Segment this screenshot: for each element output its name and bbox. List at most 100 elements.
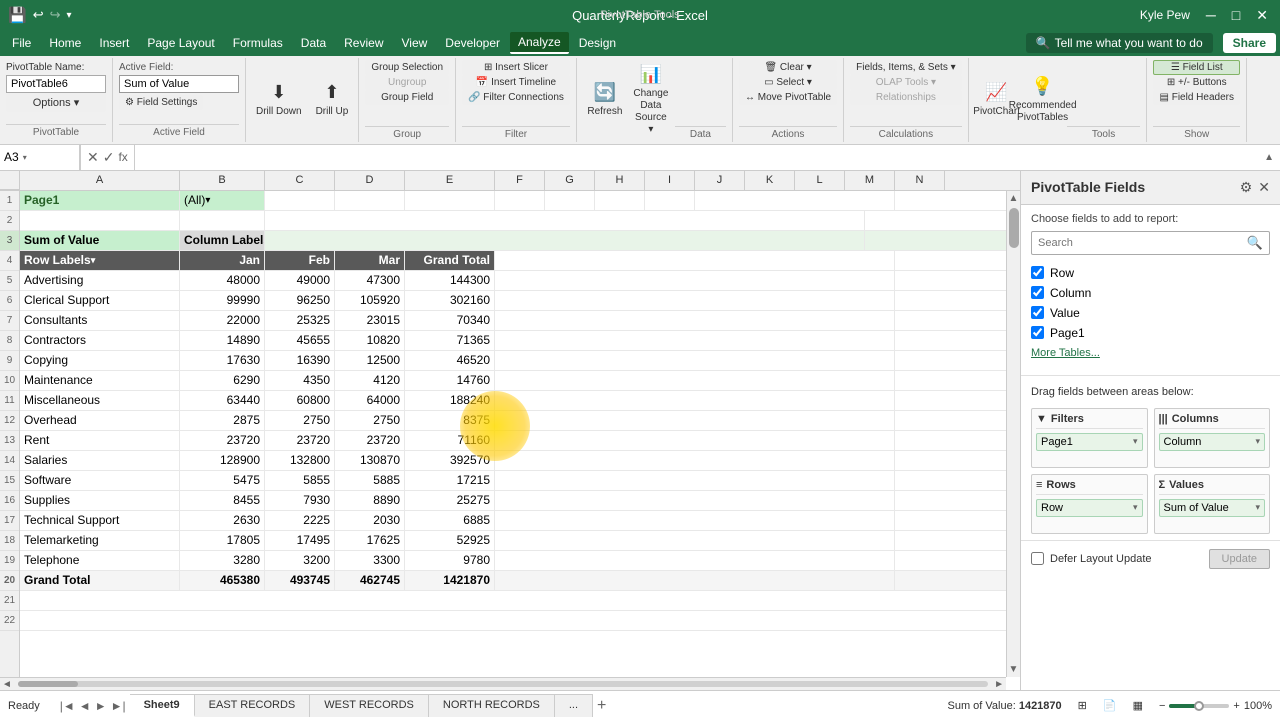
field-search-box[interactable]: 🔍 (1031, 231, 1270, 255)
view-page-icon[interactable]: 📄 (1103, 699, 1117, 712)
insert-function-icon[interactable]: fx (118, 150, 127, 164)
cell-B1[interactable]: (All) ▾ (180, 191, 265, 210)
drill-down-button[interactable]: ⬇ Drill Down (250, 78, 308, 122)
expand-formula-icon[interactable]: ▲ (1258, 152, 1280, 163)
zoom-control[interactable]: − + 100% (1159, 700, 1272, 712)
sidebar-settings-icon[interactable]: ⚙ (1240, 179, 1253, 196)
column-item-arrow[interactable]: ▾ (1255, 436, 1260, 447)
scroll-right-icon[interactable]: ► (992, 679, 1006, 690)
insert-slicer-button[interactable]: ⊞ Insert Slicer (462, 60, 570, 75)
restore-button[interactable]: □ (1228, 7, 1244, 24)
tell-me-box[interactable]: 🔍 Tell me what you want to do (1026, 33, 1213, 53)
menu-home[interactable]: Home (41, 33, 89, 53)
recommended-pivot-button[interactable]: 💡 RecommendedPivotTables (1021, 72, 1065, 128)
scroll-down-icon[interactable]: ▼ (1007, 662, 1020, 677)
plus-minus-button[interactable]: ⊞ +/- Buttons (1153, 75, 1239, 90)
customize-icon[interactable]: ▾ (67, 10, 72, 21)
name-box[interactable]: A3 ▾ (0, 145, 80, 170)
menu-page-layout[interactable]: Page Layout (139, 33, 222, 53)
h-scrollbar[interactable]: ◄ ► (0, 677, 1006, 691)
zoom-in-icon[interactable]: + (1233, 700, 1239, 712)
cancel-formula-icon[interactable]: ✕ (87, 149, 99, 166)
fields-items-sets-button[interactable]: Fields, Items, & Sets ▾ (850, 60, 962, 75)
sidebar-close-icon[interactable]: ✕ (1258, 179, 1270, 196)
relationships-button[interactable]: Relationships (850, 90, 962, 105)
menu-review[interactable]: Review (336, 33, 391, 53)
menu-design[interactable]: Design (571, 33, 624, 53)
group-field-button[interactable]: Group Field (365, 90, 449, 105)
add-sheet-icon[interactable]: + (597, 697, 606, 715)
defer-checkbox[interactable] (1031, 552, 1044, 565)
value-item-arrow[interactable]: ▾ (1255, 502, 1260, 513)
field-search-input[interactable] (1038, 237, 1247, 249)
menu-developer[interactable]: Developer (437, 33, 508, 53)
sheet-tab-more[interactable]: ... (555, 694, 593, 717)
prev-sheet-icon[interactable]: ◄ (79, 699, 91, 713)
tell-me-text[interactable]: Tell me what you want to do (1055, 36, 1203, 50)
field-column-checkbox[interactable] (1031, 286, 1044, 299)
columns-zone[interactable]: ||| Columns Column ▾ (1154, 408, 1271, 468)
menu-analyze[interactable]: Analyze (510, 32, 569, 54)
clear-button[interactable]: 🗑 Clear ▾ (739, 60, 837, 75)
minimize-button[interactable]: ─ (1202, 7, 1220, 24)
menu-formulas[interactable]: Formulas (225, 33, 291, 53)
row-item-arrow[interactable]: ▾ (1133, 502, 1138, 513)
sheet-tab-east[interactable]: EAST RECORDS (195, 694, 311, 717)
sheet-tab-sheet9[interactable]: Sheet9 (130, 694, 195, 717)
group-selection-button[interactable]: Group Selection (365, 60, 449, 75)
insert-timeline-button[interactable]: 📅 Insert Timeline (462, 75, 570, 90)
field-list-button[interactable]: ☰ Field List (1153, 60, 1239, 75)
field-row-checkbox[interactable] (1031, 266, 1044, 279)
filter-item-arrow[interactable]: ▾ (1133, 436, 1138, 447)
scroll-thumb[interactable] (1009, 208, 1019, 248)
zoom-out-icon[interactable]: − (1159, 700, 1165, 712)
close-button[interactable]: ✕ (1252, 7, 1272, 24)
menu-view[interactable]: View (394, 33, 436, 53)
refresh-button[interactable]: 🔄 Refresh (583, 78, 627, 122)
view-preview-icon[interactable]: ▦ (1133, 699, 1143, 712)
view-normal-icon[interactable]: ⊞ (1078, 699, 1087, 712)
v-scrollbar[interactable]: ▲ ▼ (1006, 191, 1020, 677)
active-field-input[interactable] (119, 75, 239, 93)
scroll-left-icon[interactable]: ◄ (0, 679, 14, 690)
formula-input[interactable] (135, 150, 1258, 164)
options-button[interactable]: Options ▾ (6, 93, 106, 112)
filters-zone[interactable]: ▼ Filters Page1 ▾ (1031, 408, 1148, 468)
select-button[interactable]: ▭ Select ▾ (739, 75, 837, 90)
update-button[interactable]: Update (1209, 549, 1270, 569)
scroll-up-icon[interactable]: ▲ (1007, 191, 1020, 206)
values-zone[interactable]: Σ Values Sum of Value ▾ (1154, 474, 1271, 534)
move-pivot-button[interactable]: ↔ Move PivotTable (739, 90, 837, 105)
redo-icon[interactable]: ↪ (50, 7, 61, 23)
rows-zone[interactable]: ≡ Rows Row ▾ (1031, 474, 1148, 534)
pivottable-name-input[interactable] (6, 75, 106, 93)
menu-data[interactable]: Data (293, 33, 334, 53)
field-headers-button[interactable]: ▤ Field Headers (1153, 90, 1239, 105)
cell-H1 (595, 191, 645, 210)
field-value-checkbox[interactable] (1031, 306, 1044, 319)
share-button[interactable]: Share (1223, 33, 1276, 53)
drill-up-button[interactable]: ⬆ Drill Up (310, 78, 355, 122)
more-tables-link[interactable]: More Tables... (1031, 343, 1270, 363)
save-icon[interactable]: 💾 (8, 6, 27, 24)
menu-insert[interactable]: Insert (91, 33, 137, 53)
cell-A3[interactable]: Sum of Value (20, 231, 180, 250)
last-sheet-icon[interactable]: ►| (111, 699, 126, 713)
olap-tools-button[interactable]: OLAP Tools ▾ (850, 75, 962, 90)
ungroup-button[interactable]: Ungroup (365, 75, 449, 90)
change-data-source-button[interactable]: 📊 Change DataSource ▾ (629, 60, 673, 140)
cell-A1[interactable]: Page1 (20, 191, 180, 210)
window-controls[interactable]: ─ □ ✕ (1202, 7, 1272, 24)
field-page1-checkbox[interactable] (1031, 326, 1044, 339)
sheet-tab-west[interactable]: WEST RECORDS (310, 694, 429, 717)
first-sheet-icon[interactable]: |◄ (60, 699, 75, 713)
field-settings-button[interactable]: ⚙ Field Settings (119, 95, 203, 110)
next-sheet-icon[interactable]: ► (95, 699, 107, 713)
sheet-tab-north[interactable]: NORTH RECORDS (429, 694, 555, 717)
filter-connections-button[interactable]: 🔗 Filter Connections (462, 90, 570, 105)
cell-A4[interactable]: Row Labels ▾ (20, 251, 180, 270)
confirm-formula-icon[interactable]: ✓ (103, 149, 115, 166)
cell-B3[interactable]: Column Labels ▾ (180, 231, 265, 250)
menu-file[interactable]: File (4, 33, 39, 53)
undo-icon[interactable]: ↩ (33, 7, 44, 23)
